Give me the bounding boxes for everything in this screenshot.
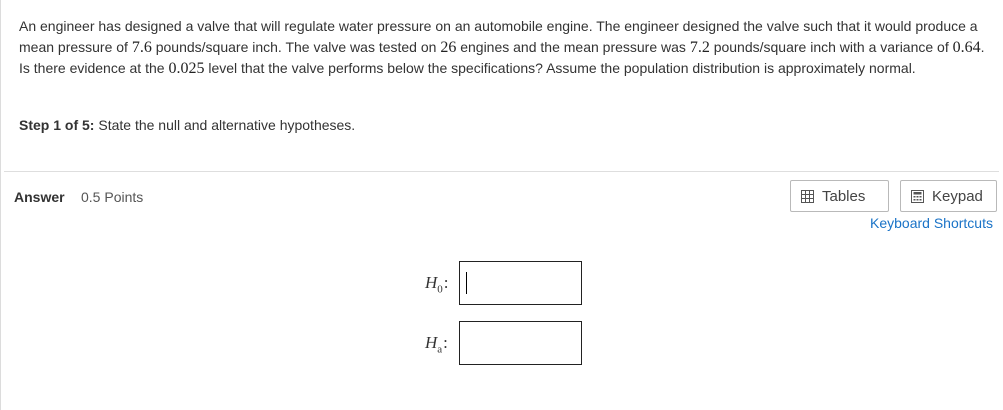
alternative-hypothesis-label: Ha: <box>425 333 448 356</box>
keypad-button[interactable]: Keypad <box>900 180 997 212</box>
step-instruction: Step 1 of 5: State the null and alternat… <box>19 117 355 133</box>
step-label: Step 1 of 5: <box>19 117 95 133</box>
hypothesis-symbol: H <box>425 273 438 292</box>
question-part: pounds/square inch with a variance of <box>709 38 953 55</box>
sample-mean-value: 7.2 <box>689 38 710 56</box>
step-text: State the null and alternative hypothese… <box>94 117 356 133</box>
tables-button[interactable]: Tables <box>790 180 889 212</box>
variance-value: 0.64 <box>952 38 981 56</box>
sample-size-value: 26 <box>440 38 457 56</box>
table-icon <box>801 189 814 203</box>
question-part: level that the valve performs below the … <box>204 60 916 76</box>
tables-button-label: Tables <box>822 187 866 205</box>
question-part: pounds/square inch. The valve was tested… <box>151 38 441 55</box>
null-hypothesis-input[interactable] <box>459 261 582 305</box>
question-part: engines and the mean pressure was <box>456 38 690 55</box>
answer-label: Answer <box>14 189 65 205</box>
alternative-hypothesis-input[interactable] <box>459 321 582 365</box>
calculator-icon <box>911 189 924 203</box>
significance-level-value: 0.025 <box>168 60 205 77</box>
text-cursor <box>466 272 467 294</box>
null-hypothesis-label: H0: <box>425 273 449 296</box>
keypad-button-label: Keypad <box>932 187 983 205</box>
mean-pressure-value: 7.6 <box>131 38 152 56</box>
question-text: An engineer has designed a valve that wi… <box>19 16 989 80</box>
hypothesis-subscript: 0 <box>437 283 443 296</box>
section-divider <box>4 171 999 172</box>
points-label: 0.5 Points <box>81 189 144 205</box>
keyboard-shortcuts-link[interactable]: Keyboard Shortcuts <box>870 215 993 231</box>
hypothesis-subscript: a <box>437 343 443 356</box>
hypothesis-symbol: H <box>425 333 438 352</box>
